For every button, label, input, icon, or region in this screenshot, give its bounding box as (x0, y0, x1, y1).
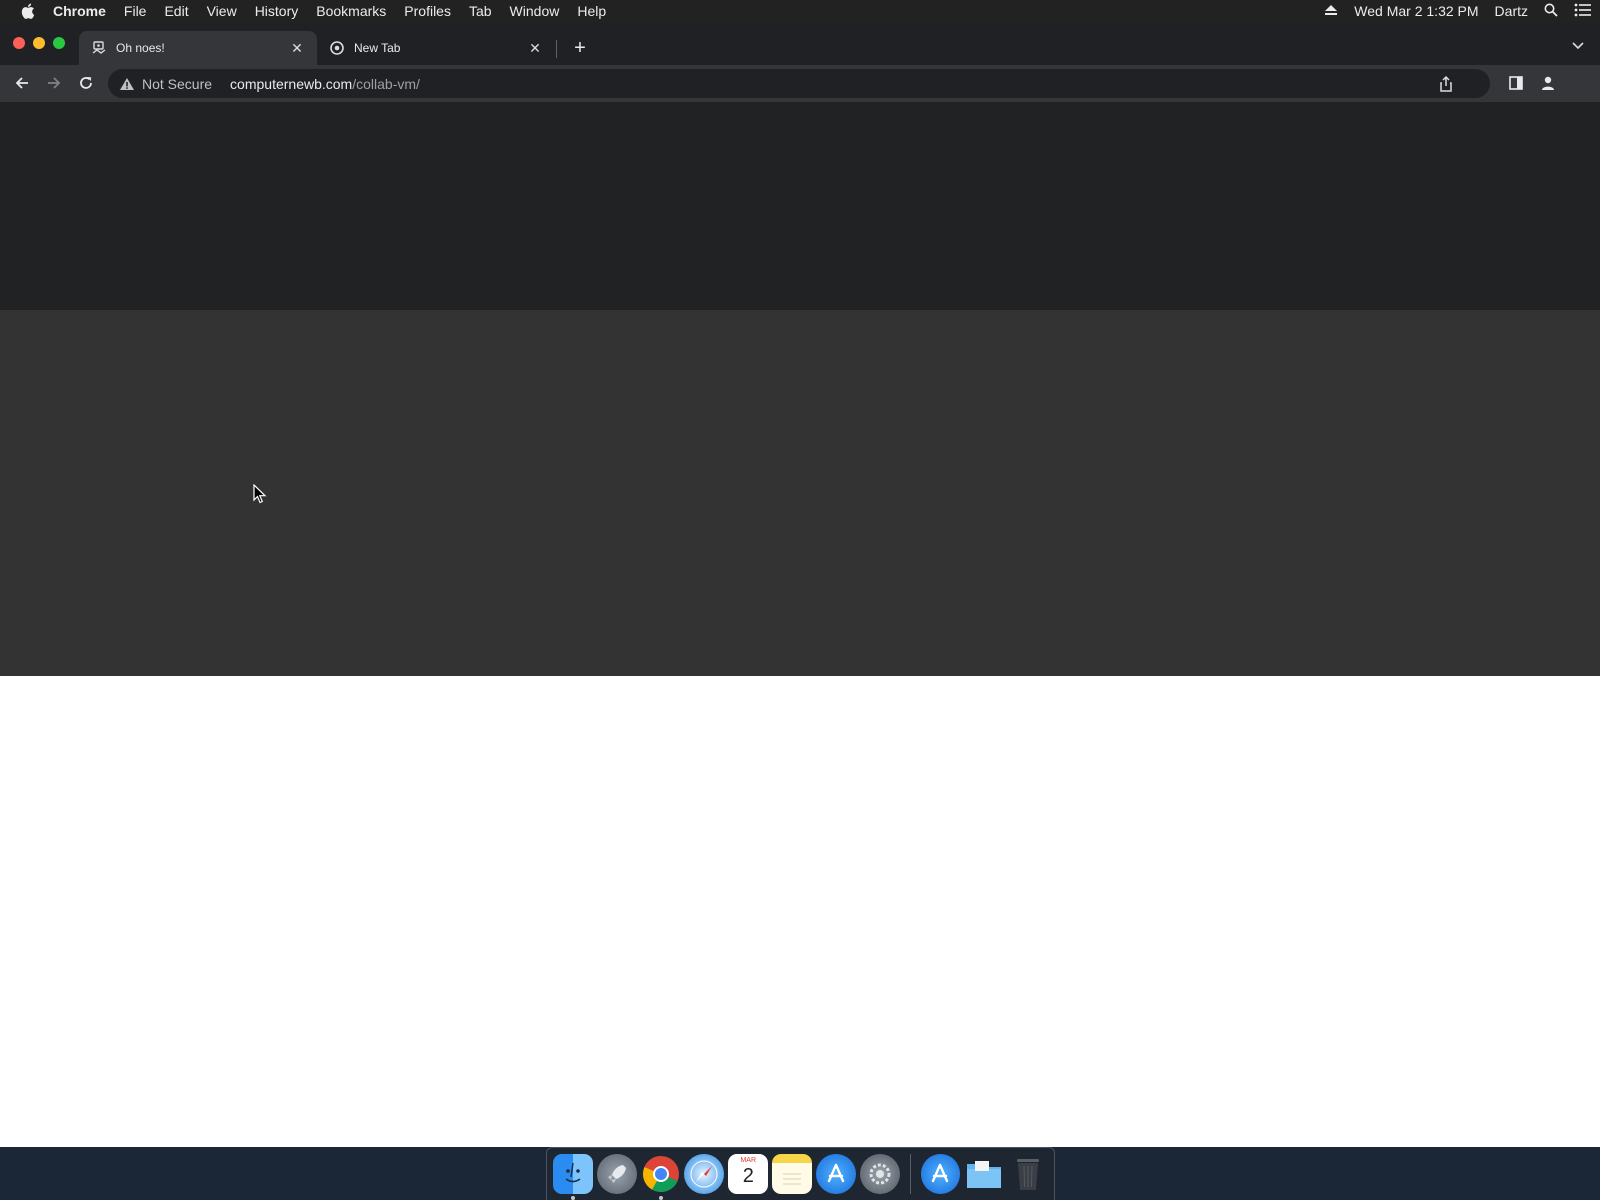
system-preferences-gear-icon[interactable] (859, 1154, 900, 1194)
browser-toolbar: Not Secure computernewb.com/collab-vm/ (0, 65, 1600, 102)
url-host: computernewb.com (230, 75, 353, 92)
finder-icon[interactable] (553, 1154, 593, 1200)
menubar-user[interactable]: Dartz (1495, 3, 1528, 19)
page-content (0, 102, 1600, 1147)
menu-edit[interactable]: Edit (155, 0, 197, 22)
close-window-button[interactable] (13, 37, 25, 49)
profile-avatar-icon[interactable] (1532, 69, 1564, 97)
security-chip-label[interactable]: Not Secure (142, 76, 212, 92)
new-tab-button[interactable]: + (568, 36, 592, 60)
apple-menu-icon[interactable] (16, 3, 40, 19)
share-icon[interactable] (1436, 74, 1456, 94)
tab-new-tab[interactable]: New Tab ✕ (317, 31, 555, 65)
menu-file[interactable]: File (115, 0, 156, 22)
menu-profiles[interactable]: Profiles (395, 0, 460, 22)
dock: MAR 2 (546, 1147, 1055, 1200)
notification-center-icon[interactable] (1574, 3, 1592, 20)
menu-view[interactable]: View (198, 0, 246, 22)
address-bar[interactable]: Not Secure computernewb.com/collab-vm/ (108, 69, 1490, 98)
running-indicator (571, 1196, 575, 1200)
warning-icon[interactable] (118, 75, 136, 93)
reload-button[interactable] (70, 69, 102, 97)
zoom-window-button[interactable] (53, 37, 65, 49)
dock-separator (909, 1154, 911, 1194)
tab-close-icon[interactable]: ✕ (289, 40, 305, 56)
menu-bookmarks[interactable]: Bookmarks (307, 0, 395, 22)
url-path: /collab-vm/ (352, 75, 420, 92)
tab-oh-noes[interactable]: Oh noes! ✕ (79, 31, 317, 65)
chrome-icon[interactable] (641, 1154, 681, 1200)
site-favicon-icon (91, 40, 107, 56)
menu-app-chrome[interactable]: Chrome (44, 0, 115, 22)
spotlight-search-icon[interactable] (1544, 3, 1558, 20)
trash-icon[interactable] (1008, 1154, 1048, 1194)
tab-close-icon[interactable]: ✕ (527, 40, 543, 56)
tab-strip: Oh noes! ✕ New Tab ✕ + (0, 22, 1600, 65)
eject-icon[interactable] (1324, 3, 1338, 19)
back-button[interactable] (6, 69, 38, 97)
app-store-icon[interactable] (815, 1154, 856, 1194)
safari-compass-icon[interactable] (684, 1154, 725, 1194)
documents-folder-icon[interactable] (964, 1154, 1004, 1194)
side-panel-icon[interactable] (1500, 69, 1532, 97)
menu-window[interactable]: Window (501, 0, 569, 22)
forward-button[interactable] (38, 69, 70, 97)
vm-display-area[interactable] (0, 310, 1600, 676)
tab-title: New Tab (354, 41, 401, 55)
applications-folder-icon[interactable] (920, 1154, 961, 1194)
chrome-favicon-icon (329, 40, 345, 56)
menu-history[interactable]: History (246, 0, 308, 22)
tab-search-chevron-icon[interactable] (1568, 36, 1588, 56)
mouse-cursor-icon (253, 483, 267, 509)
tab-divider (556, 40, 557, 58)
browser-window: Oh noes! ✕ New Tab ✕ + Not Secure comput… (0, 22, 1600, 1147)
tab-title: Oh noes! (116, 41, 165, 55)
minimize-window-button[interactable] (33, 37, 45, 49)
calendar-month: MAR (740, 1157, 757, 1164)
launchpad-rocket-icon[interactable] (596, 1154, 637, 1194)
menu-bar: Chrome File Edit View History Bookmarks … (0, 0, 1600, 22)
calendar-icon[interactable]: MAR 2 (728, 1154, 769, 1194)
calendar-day: 2 (742, 1165, 754, 1187)
menubar-clock[interactable]: Wed Mar 2 1:32 PM (1354, 3, 1478, 19)
menu-tab[interactable]: Tab (460, 0, 501, 22)
menu-help[interactable]: Help (568, 0, 615, 22)
running-indicator (658, 1196, 663, 1200)
page-header-band (0, 102, 1600, 310)
notes-icon[interactable] (772, 1154, 812, 1194)
